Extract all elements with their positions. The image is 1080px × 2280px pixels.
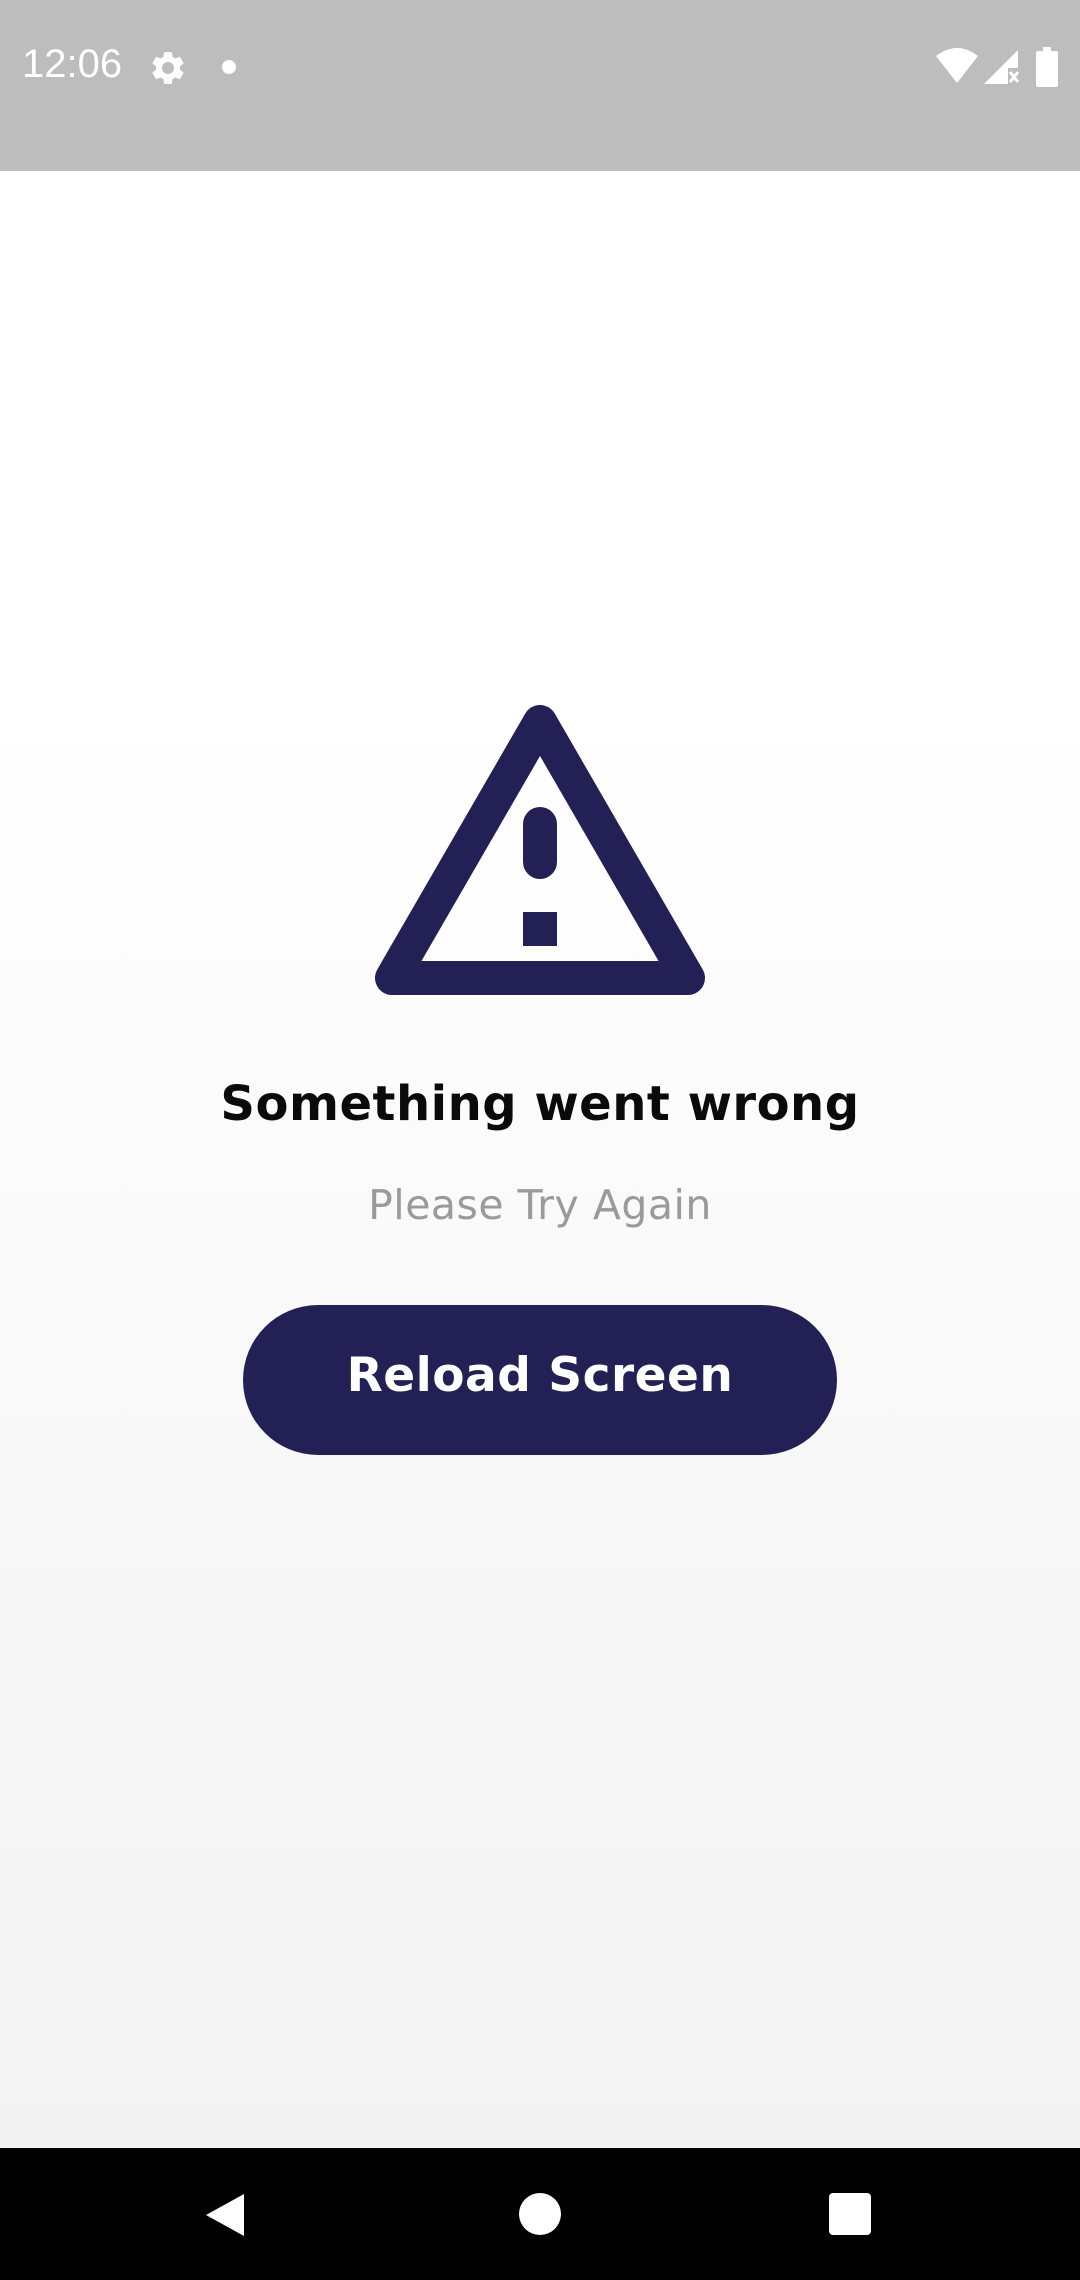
status-bar: 12:06 [0,0,1080,171]
warning-triangle-icon [375,705,705,995]
reload-screen-button[interactable]: Reload Screen [243,1305,837,1455]
status-time: 12:06 [22,42,123,86]
error-title: Something went wrong [220,1076,860,1132]
wifi-icon [936,48,978,83]
navigation-bar [0,2148,1080,2280]
recents-icon[interactable] [829,2193,871,2235]
reload-screen-button-label: Reload Screen [346,1347,734,1403]
signal-icon [984,50,1020,84]
gear-icon [152,51,184,84]
battery-icon [1036,47,1058,87]
error-screen: Something went wrong Please Try Again Re… [0,171,1080,2148]
notification-dot-icon [222,60,236,74]
back-icon[interactable] [204,2192,246,2238]
error-subtitle: Please Try Again [368,1181,712,1229]
home-icon[interactable] [519,2193,561,2235]
